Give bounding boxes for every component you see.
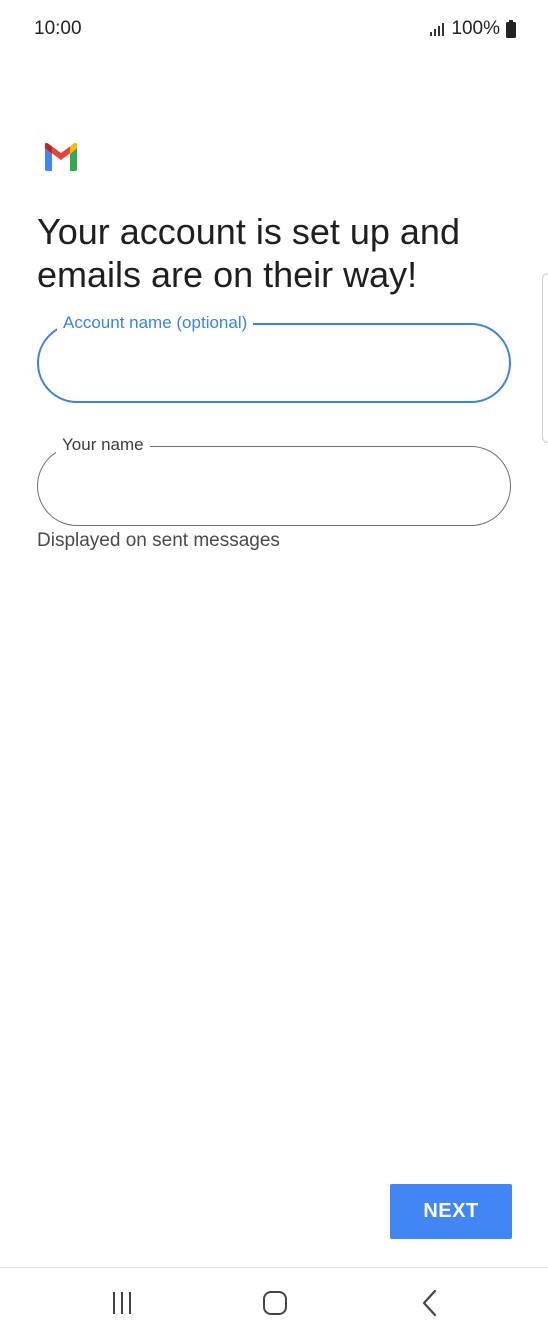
battery-percent: 100%: [451, 18, 500, 39]
signal-icon: [429, 22, 445, 36]
back-button[interactable]: [410, 1289, 450, 1322]
next-button[interactable]: NEXT: [390, 1184, 512, 1239]
home-icon: [262, 1290, 288, 1321]
system-nav-bar: [0, 1267, 548, 1339]
status-bar: 10:00 100%: [0, 0, 548, 60]
your-name-field[interactable]: Your name: [37, 434, 511, 526]
edge-panel-handle[interactable]: [542, 273, 548, 443]
gmail-logo: [42, 142, 80, 172]
back-icon: [420, 1289, 440, 1322]
page-title: Your account is set up and emails are on…: [37, 211, 460, 295]
recents-button[interactable]: [102, 1290, 142, 1320]
your-name-label: Your name: [56, 434, 150, 456]
recents-icon: [109, 1291, 135, 1320]
home-button[interactable]: [255, 1290, 295, 1320]
your-name-helper-text: Displayed on sent messages: [37, 530, 280, 551]
battery-icon: [506, 20, 516, 38]
your-name-input[interactable]: [62, 469, 486, 503]
status-time: 10:00: [34, 18, 82, 39]
account-name-field[interactable]: Account name (optional): [37, 312, 511, 403]
account-name-label: Account name (optional): [57, 312, 254, 334]
status-indicators: 100%: [429, 18, 516, 40]
account-name-input[interactable]: [63, 347, 487, 381]
